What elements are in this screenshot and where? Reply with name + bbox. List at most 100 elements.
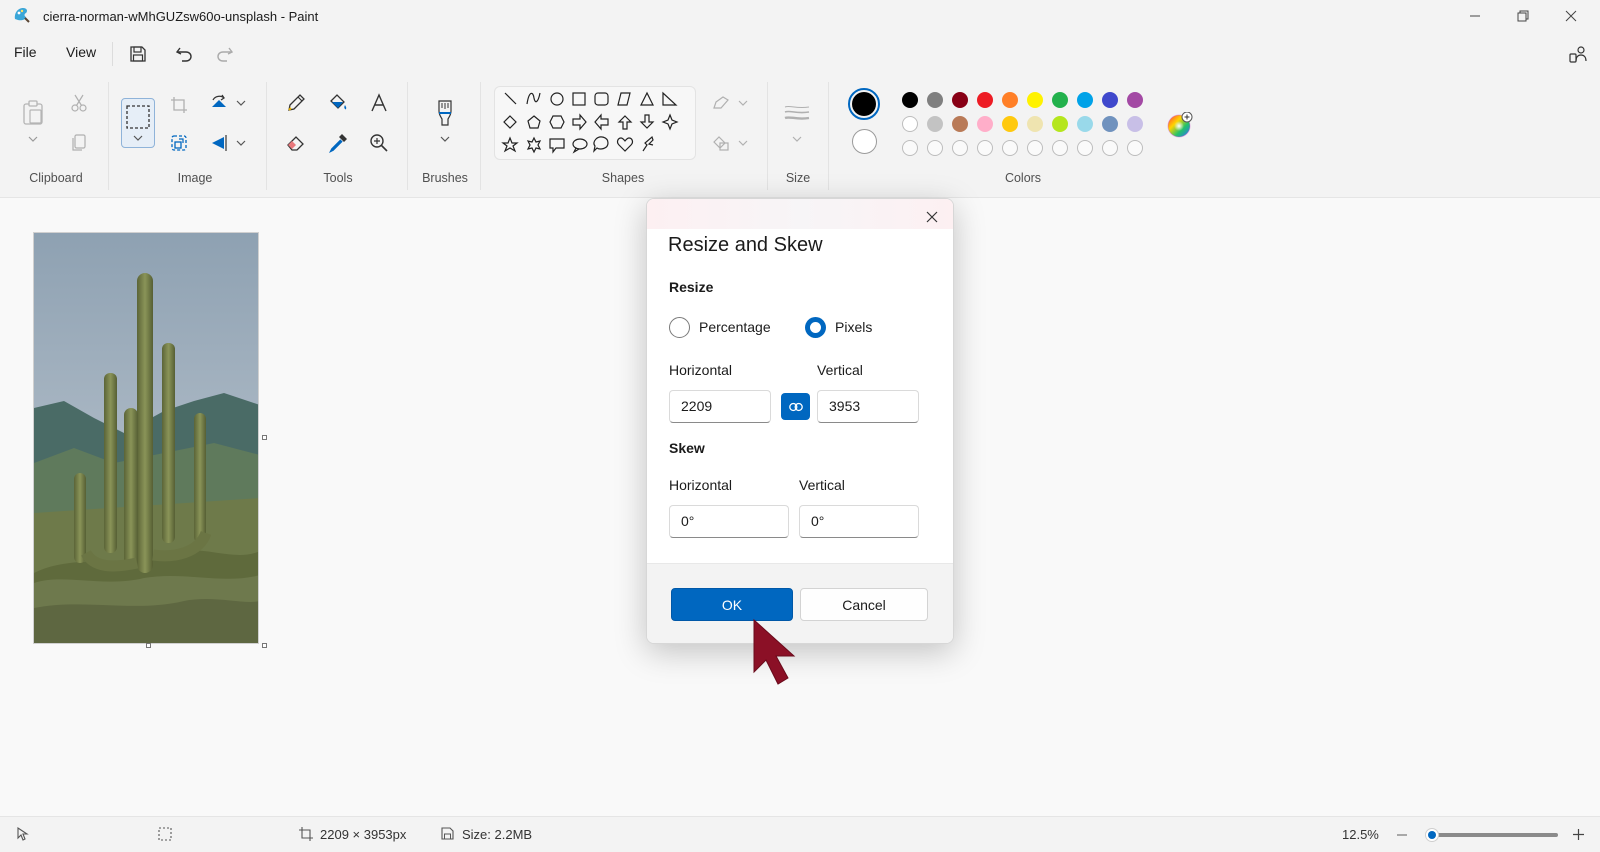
- resize-horizontal-input[interactable]: 2209: [669, 390, 771, 423]
- redo-icon[interactable]: [213, 42, 237, 66]
- outline-icon[interactable]: [710, 92, 750, 114]
- secondary-color-selector[interactable]: [852, 129, 877, 154]
- color-swatch[interactable]: [1027, 116, 1043, 132]
- color-swatch[interactable]: [1077, 92, 1093, 108]
- primary-color-selector[interactable]: [848, 88, 880, 120]
- menu-view[interactable]: View: [66, 44, 96, 60]
- rotate-icon[interactable]: [208, 92, 248, 114]
- resize-section-label: Resize: [669, 279, 714, 295]
- resize-icon[interactable]: [168, 132, 190, 154]
- color-swatch[interactable]: [1127, 92, 1143, 108]
- percentage-radio[interactable]: [669, 317, 690, 338]
- color-swatch[interactable]: [902, 92, 918, 108]
- brushes-chevron-down-icon[interactable]: [438, 134, 452, 144]
- line-size-icon[interactable]: [783, 102, 811, 124]
- percentage-radio-label[interactable]: Percentage: [699, 319, 771, 335]
- custom-color-slot[interactable]: [902, 140, 918, 156]
- color-swatch[interactable]: [902, 116, 918, 132]
- color-swatch[interactable]: [1027, 92, 1043, 108]
- zoom-in-icon[interactable]: [1572, 828, 1585, 841]
- save-icon[interactable]: [126, 42, 150, 66]
- restore-button[interactable]: [1500, 0, 1546, 32]
- paste-chevron-down-icon[interactable]: [26, 134, 40, 144]
- title-bar: cierra-norman-wMhGUZsw60o-unsplash - Pai…: [0, 0, 1600, 34]
- text-tool-icon[interactable]: [368, 92, 390, 114]
- magnifier-icon[interactable]: [368, 132, 390, 154]
- custom-color-slot[interactable]: [1102, 140, 1118, 156]
- color-swatch[interactable]: [927, 116, 943, 132]
- pixels-radio-selected[interactable]: [805, 317, 826, 338]
- custom-color-slot[interactable]: [1077, 140, 1093, 156]
- pointer-position-icon: [16, 827, 30, 841]
- color-swatch[interactable]: [952, 116, 968, 132]
- skew-vertical-input[interactable]: 0°: [799, 505, 919, 538]
- color-swatch[interactable]: [1052, 116, 1068, 132]
- maintain-aspect-ratio-toggle[interactable]: [781, 393, 810, 420]
- color-swatch[interactable]: [1127, 116, 1143, 132]
- zoom-slider-thumb[interactable]: [1425, 828, 1439, 842]
- shape-fill-icon[interactable]: [710, 132, 750, 154]
- shapes-grid[interactable]: [495, 87, 695, 159]
- brush-icon[interactable]: [433, 98, 457, 128]
- close-window-button[interactable]: [1548, 0, 1594, 32]
- resize-and-skew-dialog: Resize and Skew Resize Percentage Pixels…: [646, 198, 954, 644]
- status-bar: 2209 × 3953px Size: 2.2MB 12.5%: [0, 816, 1600, 852]
- zoom-out-icon[interactable]: [1396, 829, 1408, 841]
- skew-horizontal-input[interactable]: 0°: [669, 505, 789, 538]
- color-swatch[interactable]: [1102, 116, 1118, 132]
- color-swatch[interactable]: [927, 92, 943, 108]
- color-swatch[interactable]: [977, 92, 993, 108]
- custom-color-slot[interactable]: [1002, 140, 1018, 156]
- skew-section-label: Skew: [669, 440, 705, 456]
- cut-icon[interactable]: [68, 92, 90, 114]
- pencil-icon[interactable]: [285, 92, 307, 114]
- color-swatch[interactable]: [1002, 116, 1018, 132]
- zoom-slider-track[interactable]: [1426, 833, 1558, 837]
- undo-icon[interactable]: [172, 42, 196, 66]
- group-label-size: Size: [785, 171, 811, 185]
- eraser-icon[interactable]: [285, 132, 307, 154]
- ok-button[interactable]: OK: [671, 588, 793, 621]
- color-swatch[interactable]: [952, 92, 968, 108]
- edit-colors-icon[interactable]: [1167, 112, 1193, 138]
- dialog-close-button[interactable]: [921, 207, 943, 227]
- group-label-image: Image: [177, 171, 213, 185]
- size-chevron-down-icon[interactable]: [790, 134, 804, 144]
- custom-color-slot[interactable]: [1052, 140, 1068, 156]
- color-picker-icon[interactable]: [327, 132, 349, 154]
- resize-handle-bottom[interactable]: [146, 643, 151, 648]
- copy-icon[interactable]: [68, 132, 90, 154]
- custom-color-slot[interactable]: [1127, 140, 1143, 156]
- ribbon-separator: [407, 82, 408, 190]
- color-swatch[interactable]: [1102, 92, 1118, 108]
- fill-bucket-icon[interactable]: [327, 92, 349, 114]
- resize-handle-corner[interactable]: [262, 643, 267, 648]
- paste-icon[interactable]: [20, 98, 46, 128]
- menu-file[interactable]: File: [14, 44, 37, 60]
- custom-color-slot[interactable]: [1027, 140, 1043, 156]
- color-swatch[interactable]: [977, 116, 993, 132]
- canvas-size-icon: [299, 827, 313, 841]
- shapes-gallery: [494, 86, 696, 160]
- select-tool-button[interactable]: [121, 98, 155, 148]
- canvas-image-cactus[interactable]: [33, 232, 259, 644]
- custom-color-slot[interactable]: [952, 140, 968, 156]
- resize-vertical-input[interactable]: 3953: [817, 390, 919, 423]
- crop-icon[interactable]: [168, 94, 190, 116]
- resize-vertical-label: Vertical: [817, 362, 863, 378]
- custom-color-slot[interactable]: [977, 140, 993, 156]
- minimize-button[interactable]: [1452, 0, 1498, 32]
- resize-handle-right[interactable]: [262, 435, 267, 440]
- account-icon[interactable]: [1566, 42, 1590, 66]
- cancel-button[interactable]: Cancel: [800, 588, 928, 621]
- color-swatch[interactable]: [1052, 92, 1068, 108]
- color-swatch[interactable]: [1002, 92, 1018, 108]
- file-size-icon: [441, 827, 454, 840]
- flip-icon[interactable]: [208, 132, 248, 154]
- pixels-radio-label[interactable]: Pixels: [835, 319, 872, 335]
- zoom-level[interactable]: 12.5%: [1342, 827, 1379, 842]
- color-swatch[interactable]: [1077, 116, 1093, 132]
- dialog-header-bar: [647, 199, 953, 229]
- ribbon-separator: [767, 82, 768, 190]
- custom-color-slot[interactable]: [927, 140, 943, 156]
